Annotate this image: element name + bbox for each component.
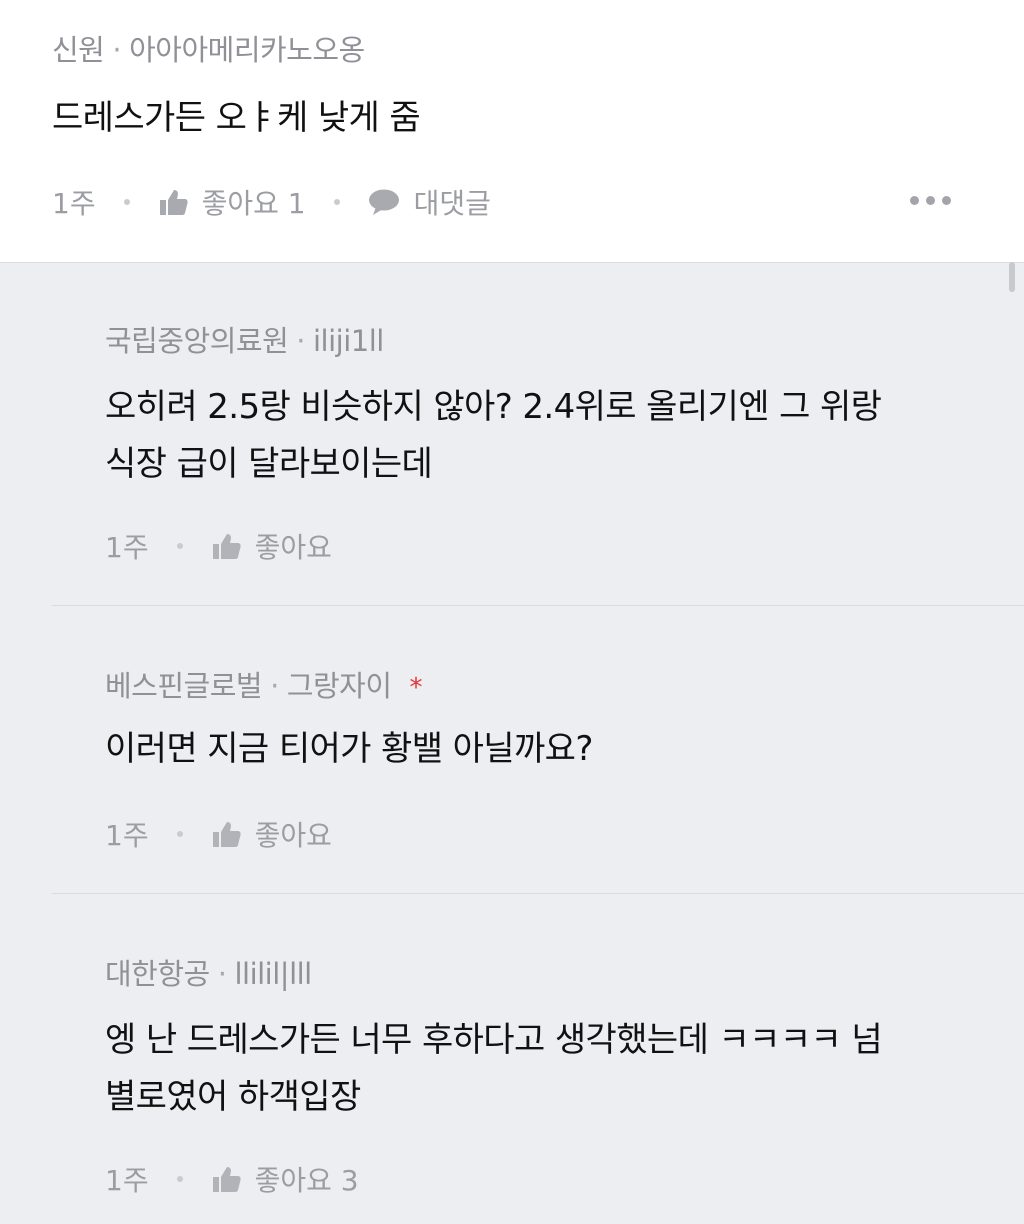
thumbs-up-icon[interactable] (211, 820, 241, 848)
reply-actions: 1주 좋아요 (105, 526, 332, 566)
author-company[interactable]: 신원 (52, 33, 105, 67)
action-separator (176, 543, 183, 549)
thumbs-up-icon[interactable] (158, 188, 188, 216)
comment-text: 드레스가든 오ㅑ케 낮게 줌 (52, 98, 421, 138)
meta-separator: · (296, 324, 305, 358)
meta-separator: · (270, 669, 279, 703)
reply-divider (52, 893, 1024, 894)
reply-divider (52, 605, 1024, 606)
action-separator (176, 1176, 183, 1182)
reply-author-line: 대한항공 · llilil|lll (105, 951, 312, 993)
author-nickname[interactable]: 그랑자이 (287, 669, 392, 703)
reply-author-line: 베스핀글로벌 · 그랑자이 * (105, 663, 423, 705)
comment-time: 1주 (52, 187, 96, 220)
action-separator (123, 199, 130, 205)
thumbs-up-icon[interactable] (211, 532, 241, 560)
reply-actions: 1주 좋아요 3 (105, 1159, 359, 1199)
parent-comment: 신원 · 아아아메리카노오옹 드레스가든 오ㅑ케 낮게 줌 1주 좋아요 1 대댓글 (0, 0, 1024, 262)
action-separator (176, 831, 183, 837)
badge-star: * (409, 673, 423, 703)
reply-text-line: 오히려 2.5랑 비슷하지 않아? 2.4위로 올리기엔 그 위랑 (105, 387, 882, 427)
scrollbar-thumb[interactable] (1009, 262, 1015, 292)
reply-text: 이러면 지금 티어가 황밸 아닐까요? (105, 721, 593, 778)
reply-author-line: 국립중앙의료원 · iliji1ll (105, 318, 384, 360)
comment-thread: 신원 · 아아아메리카노오옹 드레스가든 오ㅑ케 낮게 줌 1주 좋아요 1 대댓글… (0, 0, 1024, 1224)
like-button[interactable]: 좋아요 3 (255, 1159, 359, 1199)
reply-actions: 1주 좋아요 (105, 814, 332, 854)
reply-text-line: 식장 급이 달라보이는데 (105, 444, 433, 484)
author-company[interactable]: 베스핀글로벌 (105, 669, 263, 703)
author-nickname[interactable]: 아아아메리카노오옹 (129, 33, 365, 67)
reply-text-line: 별로였어 하객입장 (105, 1077, 361, 1117)
author-nickname[interactable]: iliji1ll (313, 324, 384, 358)
action-separator (333, 199, 340, 205)
reply-time: 1주 (105, 819, 149, 852)
reply-button[interactable]: 대댓글 (414, 182, 491, 222)
comment-actions: 1주 좋아요 1 대댓글 (52, 182, 491, 222)
meta-separator: · (217, 957, 227, 991)
reply-text-line: 엥 난 드레스가든 너무 후하다고 생각했는데 ㅋㅋㅋㅋ 넘 (105, 1020, 883, 1060)
author-nickname[interactable]: llilil|lll (234, 957, 312, 991)
like-button[interactable]: 좋아요 1 (202, 182, 306, 222)
like-button[interactable]: 좋아요 (255, 814, 332, 854)
dot (926, 196, 935, 205)
reply-time: 1주 (105, 1164, 149, 1197)
reply-text: 오히려 2.5랑 비슷하지 않아? 2.4위로 올리기엔 그 위랑 식장 급이 … (105, 379, 882, 493)
author-company[interactable]: 대한항공 (105, 957, 210, 991)
author-company[interactable]: 국립중앙의료원 (105, 324, 289, 358)
reply-text-line: 이러면 지금 티어가 황밸 아닐까요? (105, 729, 593, 769)
dot (942, 196, 951, 205)
dot (910, 196, 919, 205)
reply-time: 1주 (105, 531, 149, 564)
reply-text: 엥 난 드레스가든 너무 후하다고 생각했는데 ㅋㅋㅋㅋ 넘 별로였어 하객입장 (105, 1012, 883, 1126)
like-button[interactable]: 좋아요 (255, 526, 332, 566)
replies-section: 국립중앙의료원 · iliji1ll 오히려 2.5랑 비슷하지 않아? 2.4위로… (0, 262, 1024, 1224)
comment-author-line: 신원 · 아아아메리카노오옹 (52, 27, 365, 69)
meta-separator: · (112, 33, 122, 67)
speech-bubble-icon[interactable] (368, 188, 400, 216)
thumbs-up-icon[interactable] (211, 1165, 241, 1193)
more-dots-icon[interactable] (910, 196, 951, 205)
